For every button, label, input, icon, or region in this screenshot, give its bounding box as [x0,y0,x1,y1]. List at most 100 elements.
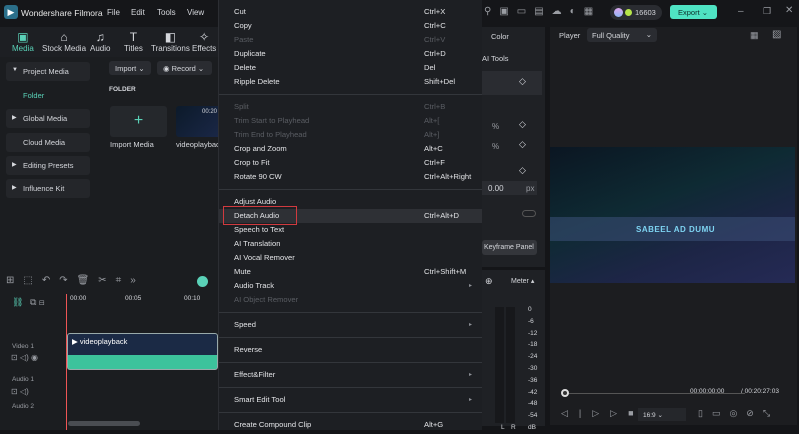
tab-audio[interactable]: ♫ Audio [90,30,110,53]
context-menu: Cut Ctrl+X Copy Ctrl+C Paste Ctrl+V Duplicate C… [218,0,482,430]
menu-item-label: Copy [234,21,252,30]
add-icon[interactable]: ⊕ [485,276,493,287]
timeline-scrollbar[interactable] [68,421,140,426]
menu-item-audio-track[interactable]: Audio Track ▸ [219,279,482,293]
keyframe-icon[interactable]: ◇ [519,139,526,150]
media-icon: ▣ [17,30,29,44]
menu-item-crop-and-zoom[interactable]: Crop and Zoom Alt+C [219,142,482,156]
menu-item-rotate-90-cw[interactable]: Rotate 90 CW Ctrl+Alt+Right [219,170,482,184]
menu-item-effect-filter[interactable]: Effect&Filter ▸ [219,368,482,382]
tab-transitions[interactable]: ◧ Transitions [151,30,190,53]
unit-pct: % [492,142,500,151]
sidebar-item-editing-presets[interactable]: ▶ Editing Presets [6,156,90,175]
submenu-arrow-icon: ▸ [468,322,472,328]
clip-duration: 00:20 [201,109,217,115]
playhead[interactable] [66,294,67,430]
value-input[interactable]: 0.00 px [482,181,537,195]
aspect-ratio-value: 16:9 [643,412,656,419]
menu-item-smart-edit-tool[interactable]: Smart Edit Tool ▸ [219,393,482,407]
menu-file[interactable]: File [107,8,120,17]
import-button[interactable]: Import ⌄ [109,61,151,75]
player-label: Player [559,31,581,40]
sidebar-item-folder[interactable]: Folder [23,91,44,100]
titles-icon: T [129,30,138,44]
progress-handle[interactable] [561,389,569,397]
meter-toggle[interactable]: Meter ▴ [511,277,534,285]
menu-item-label: Smart Edit Tool [234,395,286,404]
menu-item-delete[interactable]: Delete Del [219,61,482,75]
menu-item-shortcut [424,195,472,209]
tab-label: Audio [90,44,111,53]
menu-item-detach-audio[interactable]: Detach Audio Ctrl+Alt+D [219,206,482,225]
menu-item-trim-start-to-playhead: Trim Start to Playhead Alt+[ [219,114,482,128]
tab-effects[interactable]: ✧ Effects [192,30,216,53]
import-media-tile[interactable]: + [110,106,167,137]
menu-item-ai-translation[interactable]: AI Translation [219,237,482,251]
keyframe-icon[interactable]: ◇ [519,119,526,130]
menu-item-label: AI Translation [234,239,281,248]
stock-icon: ⌂ [60,30,68,44]
menu-item-shortcut: Ctrl+B [424,102,446,111]
menu-item-mute[interactable]: Mute Ctrl+Shift+M [219,265,482,279]
meter-scale-label: -48 [528,400,538,408]
ai-assistant-icon[interactable] [197,276,208,287]
close-icon[interactable]: ✕ [785,5,793,16]
menu-tools[interactable]: Tools [157,8,176,17]
menu-item-crop-to-fit[interactable]: Crop to Fit Ctrl+F [219,156,482,170]
sidebar-label: Influence Kit [23,184,65,193]
scope-icon[interactable]: ▨ [772,29,781,40]
keyframe-icon[interactable]: ◇ [519,76,526,87]
keyframe-icon[interactable]: ◇ [519,165,526,176]
playback-controls[interactable]: ◁|▷▷■ [561,408,645,419]
toggle-switch[interactable] [522,210,536,217]
record-button[interactable]: ◉ Record ⌄ [157,61,212,75]
tab-titles[interactable]: T Titles [124,30,143,53]
tab-media[interactable]: ▣ Media [12,30,34,53]
minimize-icon[interactable]: – [738,6,744,17]
grid-view-icon[interactable]: ▦ [750,30,759,41]
video-track-controls[interactable]: ⊡ ◁) ◉ [11,353,38,362]
menu-item-reverse[interactable]: Reverse [219,343,482,357]
menu-item-duplicate[interactable]: Duplicate Ctrl+D [219,47,482,61]
menu-item-ai-object-remover: AI Object Remover [219,293,482,307]
sidebar-label: Global Media [23,114,68,123]
tab-stock-media[interactable]: ⌂ Stock Media [42,30,86,53]
sidebar-item-project-media[interactable]: ▼ Project Media [6,62,90,81]
video-clip[interactable]: ▶ videoplayback [67,333,218,370]
menu-item-ai-vocal-remover[interactable]: AI Vocal Remover [219,251,482,265]
keyframe-panel-button[interactable]: Keyframe Panel [482,240,537,255]
menu-separator [219,184,482,195]
menu-item-speed[interactable]: Speed ▸ [219,318,482,332]
menu-item-speech-to-text[interactable]: Speech to Text [219,223,482,237]
player-tool-icons[interactable]: ▯▭◎⊘⤡ [698,408,779,419]
aspect-ratio-dropdown[interactable]: 16:9 ⌄ [638,408,686,421]
meter-scale-label: -24 [528,353,538,361]
menu-separator [219,307,482,318]
clip-thumbnail[interactable]: 00:20 [176,106,218,137]
menu-view[interactable]: View [187,8,204,17]
timeline-toolbar-icons[interactable]: ⊞⬚↶↷🗑✂⌗» [6,275,145,286]
menu-item-shortcut: Ctrl+Alt+Right [424,172,472,181]
sidebar-item-cloud-media[interactable]: Cloud Media [6,133,90,152]
quality-dropdown[interactable]: Full Quality ⌄ [587,28,657,42]
link-icon[interactable]: ⛓ [12,297,23,308]
restore-icon[interactable]: ❐ [763,6,771,17]
export-button[interactable]: Export ⌄ [670,5,717,19]
meter-bar-left [495,307,504,423]
tab-ai-tools[interactable]: AI Tools [482,54,509,63]
audio1-track-controls[interactable]: ⊡ ◁) [11,387,29,396]
sidebar-item-influence-kit[interactable]: ▶ Influence Kit [6,179,90,198]
track-icons[interactable]: ⧉ ⊟ [30,297,45,308]
menu-item-copy[interactable]: Copy Ctrl+C [219,19,482,33]
credits-badge[interactable]: 16603 [610,5,662,20]
menu-item-cut[interactable]: Cut Ctrl+X [219,5,482,19]
unit-px: px [526,184,535,193]
menu-item-ripple-delete[interactable]: Ripple Delete Shift+Del [219,75,482,89]
menu-item-label: Duplicate [234,49,266,58]
title-icons[interactable]: ⚲▣▭▤☁◐▦ [484,6,601,17]
tab-color[interactable]: Color [491,32,509,41]
sidebar-item-global-media[interactable]: ▶ Global Media [6,109,90,128]
menu-edit[interactable]: Edit [131,8,145,17]
quality-value: Full Quality [592,31,630,40]
sidebar-label: Project Media [23,67,69,76]
